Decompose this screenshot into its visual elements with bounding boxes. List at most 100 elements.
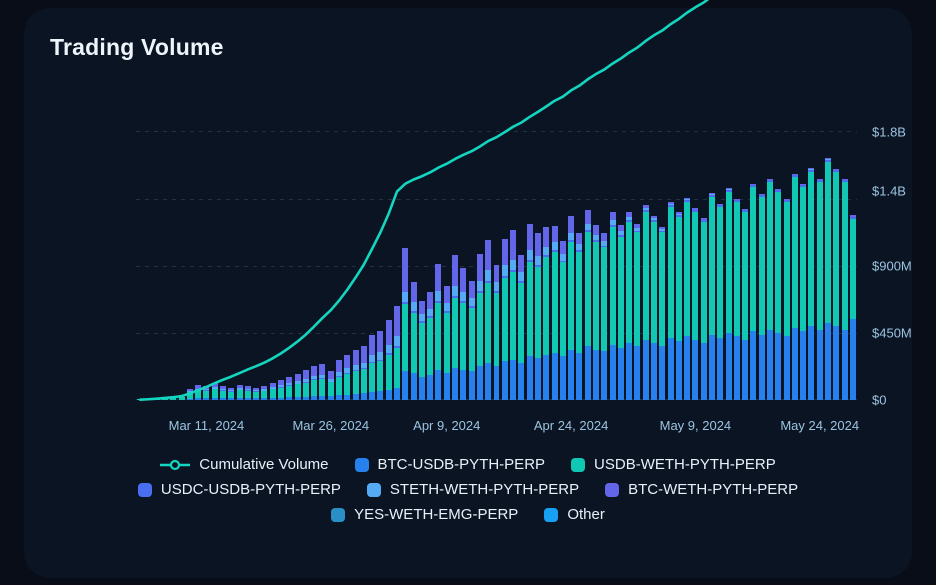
bar-column[interactable]	[460, 268, 467, 400]
bar-column[interactable]	[758, 193, 765, 400]
bar-column[interactable]	[286, 376, 293, 400]
legend-item[interactable]: USDB-WETH-PYTH-PERP	[571, 456, 776, 473]
bar-column[interactable]	[833, 169, 840, 400]
bar-column[interactable]	[344, 354, 351, 400]
bar-column[interactable]	[385, 319, 392, 400]
bar-column[interactable]	[468, 281, 475, 400]
bar-column[interactable]	[278, 380, 285, 400]
bar-column[interactable]	[269, 383, 276, 400]
legend-item[interactable]: USDC-USDB-PYTH-PERP	[137, 481, 341, 498]
bar-column[interactable]	[145, 399, 152, 400]
bar-column[interactable]	[203, 385, 210, 400]
bar-column[interactable]	[501, 238, 508, 400]
bar-column[interactable]	[137, 399, 144, 400]
bar-column[interactable]	[510, 229, 517, 400]
bar-column[interactable]	[534, 232, 541, 400]
bar-column[interactable]	[551, 225, 558, 400]
bar-column[interactable]	[841, 179, 848, 400]
bar-column[interactable]	[485, 239, 492, 400]
bar-column[interactable]	[775, 188, 782, 400]
bar-column[interactable]	[195, 385, 202, 400]
bar-column[interactable]	[650, 215, 657, 400]
bar-column[interactable]	[559, 240, 566, 400]
bar-column[interactable]	[733, 199, 740, 400]
bar-column[interactable]	[261, 386, 268, 400]
bar-column[interactable]	[518, 255, 525, 400]
bar-column[interactable]	[352, 350, 359, 400]
bar-column[interactable]	[377, 330, 384, 400]
bar-column[interactable]	[153, 398, 160, 400]
bar-column[interactable]	[410, 281, 417, 400]
bar-column[interactable]	[369, 335, 376, 400]
bar-column[interactable]	[642, 204, 649, 400]
bar-column[interactable]	[692, 208, 699, 400]
bar-column[interactable]	[452, 255, 459, 400]
bar-column[interactable]	[211, 382, 218, 400]
bar-column[interactable]	[476, 253, 483, 400]
bar-column[interactable]	[592, 224, 599, 400]
bar-column[interactable]	[717, 203, 724, 400]
bar-column[interactable]	[808, 168, 815, 400]
bar-segment	[476, 253, 483, 281]
bar-column[interactable]	[675, 212, 682, 400]
bar-column[interactable]	[750, 183, 757, 400]
bar-column[interactable]	[336, 360, 343, 400]
bar-column[interactable]	[634, 223, 641, 400]
bar-column[interactable]	[601, 232, 608, 400]
bar-column[interactable]	[162, 398, 168, 400]
bar-column[interactable]	[800, 184, 807, 400]
legend-item[interactable]: STETH-WETH-PYTH-PERP	[366, 481, 579, 498]
bar-segment	[394, 387, 401, 400]
bar-column[interactable]	[435, 263, 442, 400]
bar-column[interactable]	[319, 363, 326, 400]
bar-column[interactable]	[576, 232, 583, 400]
bar-column[interactable]	[609, 211, 616, 400]
bar-column[interactable]	[360, 346, 367, 400]
bar-column[interactable]	[394, 305, 401, 400]
bar-column[interactable]	[791, 173, 798, 400]
bar-column[interactable]	[684, 197, 691, 400]
bar-column[interactable]	[849, 214, 856, 400]
bar-column[interactable]	[742, 209, 749, 400]
bar-column[interactable]	[294, 373, 301, 400]
legend-item[interactable]: Cumulative Volume	[160, 456, 329, 473]
legend-item[interactable]: Other	[544, 506, 605, 523]
bar-column[interactable]	[228, 387, 235, 400]
bar-column[interactable]	[418, 301, 425, 400]
bar-column[interactable]	[302, 370, 309, 400]
bar-column[interactable]	[617, 224, 624, 400]
legend-item[interactable]: YES-WETH-EMG-PERP	[331, 506, 518, 523]
bar-column[interactable]	[568, 216, 575, 400]
bar-column[interactable]	[236, 384, 243, 400]
bar-column[interactable]	[725, 188, 732, 400]
bar-column[interactable]	[626, 211, 633, 400]
bar-column[interactable]	[700, 218, 707, 400]
bar-segment	[253, 398, 260, 400]
bar-column[interactable]	[783, 199, 790, 400]
bar-column[interactable]	[311, 365, 318, 400]
bar-segment	[443, 373, 450, 400]
bar-column[interactable]	[186, 388, 193, 400]
bar-column[interactable]	[543, 226, 550, 400]
bar-column[interactable]	[178, 397, 185, 400]
bar-column[interactable]	[816, 179, 823, 400]
bar-column[interactable]	[584, 210, 591, 400]
bar-segment	[833, 326, 840, 400]
bar-column[interactable]	[667, 202, 674, 400]
bar-column[interactable]	[220, 385, 226, 400]
bar-column[interactable]	[244, 385, 251, 400]
bar-column[interactable]	[766, 178, 773, 400]
bar-column[interactable]	[493, 265, 500, 400]
legend-item[interactable]: BTC-USDB-PYTH-PERP	[354, 456, 545, 473]
bar-column[interactable]	[327, 370, 334, 400]
bar-column[interactable]	[443, 286, 450, 400]
bar-column[interactable]	[402, 248, 409, 400]
bar-column[interactable]	[659, 227, 666, 400]
bar-column[interactable]	[170, 398, 177, 400]
bar-column[interactable]	[253, 387, 260, 400]
legend-item[interactable]: BTC-WETH-PYTH-PERP	[605, 481, 798, 498]
bar-column[interactable]	[708, 192, 715, 400]
bar-column[interactable]	[526, 223, 533, 400]
bar-column[interactable]	[427, 291, 434, 400]
bar-column[interactable]	[825, 158, 831, 400]
